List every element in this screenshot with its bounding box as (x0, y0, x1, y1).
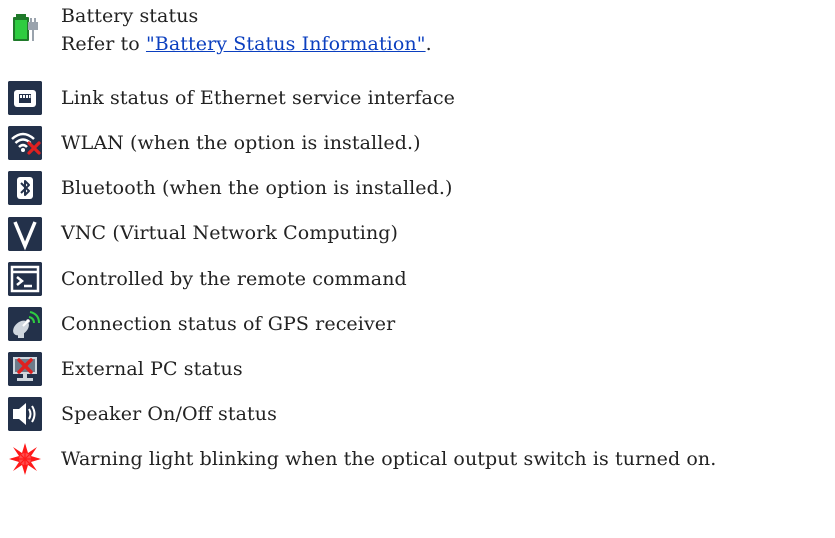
speaker-label: Speaker On/Off status (61, 403, 277, 425)
ethernet-status-label: Link status of Ethernet service interfac… (61, 87, 456, 109)
bluetooth-icon (8, 171, 42, 205)
warning-light-icon (8, 442, 42, 476)
external-pc-disconnected-icon (8, 352, 42, 386)
external-pc-label: External PC status (61, 358, 243, 380)
vnc-label: VNC (Virtual Network Computing) (61, 222, 399, 244)
icon-legend-page: Battery status Refer to "Battery Status … (0, 0, 835, 538)
battery-charging-icon (8, 10, 42, 44)
warning-light-label: Warning light blinking when the optical … (61, 448, 717, 470)
vnc-icon (8, 217, 42, 251)
gps-satellite-icon (8, 307, 42, 341)
battery-status-reference: Refer to "Battery Status Information". (61, 29, 432, 59)
battery-status-label: Battery status (61, 5, 199, 27)
ethernet-icon (8, 81, 42, 115)
bluetooth-label: Bluetooth (when the option is installed.… (61, 177, 453, 199)
terminal-icon (8, 262, 42, 296)
gps-label: Connection status of GPS receiver (61, 313, 396, 335)
wlan-label: WLAN (when the option is installed.) (61, 132, 421, 154)
reference-prefix: Refer to (61, 33, 146, 55)
speaker-icon (8, 397, 42, 431)
battery-status-information-link[interactable]: "Battery Status Information" (146, 33, 426, 55)
remote-command-label: Controlled by the remote command (61, 268, 407, 290)
wlan-disabled-icon (8, 126, 42, 160)
reference-suffix: . (425, 33, 432, 55)
